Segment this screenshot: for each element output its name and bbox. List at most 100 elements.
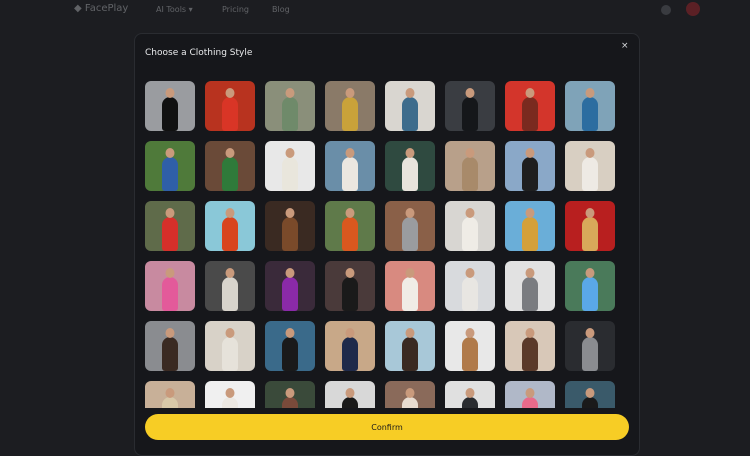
model-head [345, 88, 355, 98]
outfit-figure [522, 217, 538, 251]
style-thumbnail[interactable] [325, 381, 375, 408]
style-thumbnail[interactable] [565, 261, 615, 311]
model-head [585, 328, 595, 338]
model-head [345, 268, 355, 278]
style-thumbnail[interactable] [145, 321, 195, 371]
model-head [585, 388, 595, 398]
outfit-figure [522, 97, 538, 131]
style-thumbnail[interactable] [325, 141, 375, 191]
outfit-figure [462, 97, 478, 131]
style-thumbnail[interactable] [445, 321, 495, 371]
model-head [285, 268, 295, 278]
style-thumbnail[interactable] [205, 201, 255, 251]
outfit-figure [462, 157, 478, 191]
grid-icon[interactable] [661, 5, 671, 15]
outfit-figure [222, 157, 238, 191]
model-head [285, 388, 295, 398]
style-thumbnail[interactable] [505, 261, 555, 311]
outfit-figure [582, 277, 598, 311]
outfit-figure [582, 97, 598, 131]
model-head [345, 328, 355, 338]
style-thumbnail[interactable] [505, 381, 555, 408]
outfit-figure [462, 337, 478, 371]
model-head [525, 88, 535, 98]
style-thumbnail[interactable] [265, 141, 315, 191]
style-thumbnail[interactable] [445, 201, 495, 251]
style-thumbnail[interactable] [265, 81, 315, 131]
style-thumbnail[interactable] [265, 321, 315, 371]
model-head [405, 88, 415, 98]
outfit-figure [282, 397, 298, 408]
outfit-figure [222, 337, 238, 371]
style-thumbnail[interactable] [385, 261, 435, 311]
style-thumbnail[interactable] [505, 321, 555, 371]
style-thumbnail[interactable] [205, 321, 255, 371]
style-thumbnail[interactable] [385, 81, 435, 131]
style-thumbnail[interactable] [265, 381, 315, 408]
style-thumbnail[interactable] [145, 81, 195, 131]
model-head [225, 268, 235, 278]
model-head [405, 328, 415, 338]
model-head [525, 328, 535, 338]
style-thumbnail[interactable] [445, 261, 495, 311]
outfit-figure [522, 157, 538, 191]
nav-item-ai-tools[interactable]: AI Tools ▾ [156, 5, 193, 14]
outfit-figure [582, 217, 598, 251]
outfit-figure [342, 397, 358, 408]
outfit-figure [402, 217, 418, 251]
close-icon[interactable]: × [621, 41, 629, 51]
style-thumbnail[interactable] [205, 141, 255, 191]
style-thumbnail[interactable] [205, 261, 255, 311]
model-head [525, 268, 535, 278]
model-head [165, 88, 175, 98]
style-thumbnail[interactable] [445, 381, 495, 408]
outfit-figure [222, 97, 238, 131]
style-thumbnail[interactable] [445, 141, 495, 191]
model-head [405, 148, 415, 158]
style-thumbnail[interactable] [565, 381, 615, 408]
nav-item-blog[interactable]: Blog [272, 5, 290, 14]
outfit-figure [162, 397, 178, 408]
style-thumbnail[interactable] [145, 381, 195, 408]
style-thumbnail[interactable] [145, 261, 195, 311]
model-head [345, 148, 355, 158]
style-thumbnail[interactable] [385, 201, 435, 251]
style-thumbnail[interactable] [205, 381, 255, 408]
outfit-figure [342, 217, 358, 251]
style-thumbnail[interactable] [265, 201, 315, 251]
style-thumbnail[interactable] [565, 201, 615, 251]
style-thumbnail[interactable] [385, 321, 435, 371]
style-thumbnail[interactable] [505, 201, 555, 251]
style-thumbnail[interactable] [445, 81, 495, 131]
nav-item-pricing[interactable]: Pricing [222, 5, 249, 14]
outfit-figure [282, 337, 298, 371]
style-thumbnail[interactable] [325, 201, 375, 251]
style-thumbnail[interactable] [565, 141, 615, 191]
outfit-figure [462, 397, 478, 408]
avatar[interactable] [686, 2, 700, 16]
style-thumbnail[interactable] [565, 81, 615, 131]
style-thumbnail[interactable] [145, 201, 195, 251]
model-head [525, 148, 535, 158]
model-head [465, 328, 475, 338]
confirm-button[interactable]: Confirm [145, 414, 629, 440]
style-thumbnail[interactable] [385, 141, 435, 191]
style-thumbnail[interactable] [505, 81, 555, 131]
style-thumbnail[interactable] [505, 141, 555, 191]
style-thumbnail[interactable] [385, 381, 435, 408]
style-thumbnail[interactable] [325, 261, 375, 311]
style-thumbnail[interactable] [325, 81, 375, 131]
app-logo[interactable]: ◆ FacePlay [74, 3, 128, 14]
outfit-figure [162, 277, 178, 311]
outfit-figure [162, 337, 178, 371]
outfit-figure [222, 397, 238, 408]
model-head [465, 388, 475, 398]
style-thumbnail[interactable] [265, 261, 315, 311]
model-head [225, 328, 235, 338]
style-thumbnail[interactable] [565, 321, 615, 371]
style-thumbnail[interactable] [205, 81, 255, 131]
style-thumbnail[interactable] [145, 141, 195, 191]
clothing-style-modal: Choose a Clothing Style × Confirm [134, 33, 640, 456]
style-thumbnail[interactable] [325, 321, 375, 371]
outfit-figure [582, 397, 598, 408]
